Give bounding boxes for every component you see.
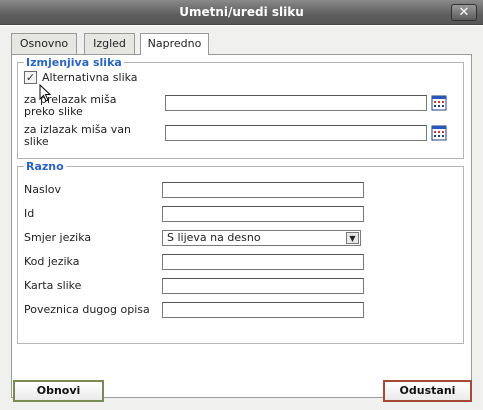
id-input[interactable] [162,206,364,222]
long-description-label: Poveznica dugog opisa [24,303,150,316]
alternative-image-checkbox[interactable]: ✓ [24,71,37,84]
mouse-pointer-icon [39,84,51,102]
dialog-title: Umetni/uredi sliku [179,5,304,19]
cancel-button[interactable]: Odustani [383,380,472,402]
tab-izgled[interactable]: Izgled [84,33,135,54]
language-code-label: Kod jezika [24,255,80,268]
mouse-out-label-line2: slike [24,135,49,148]
dialog-body: Osnovno Izgled Napredno Izmjenjiva slika… [0,26,483,410]
file-browser-icon[interactable] [431,95,447,111]
id-label: Id [24,207,35,220]
image-map-label: Karta slike [24,279,82,292]
swap-image-legend: Izmjenjiva slika [24,56,124,69]
image-map-input[interactable] [162,278,364,294]
language-code-input[interactable] [162,254,364,270]
language-direction-value: S lijeva na desno [167,231,261,244]
file-browser-icon[interactable] [431,125,447,141]
misc-fieldset: Razno Naslov Id Smjer jezika S lijeva na… [17,160,464,344]
tab-napredno[interactable]: Napredno [140,33,209,55]
language-direction-select[interactable]: S lijeva na desno ▼ [162,230,361,246]
mouse-over-label-line2: preko slike [24,105,83,118]
mouse-over-image-input[interactable] [165,95,427,111]
misc-legend: Razno [24,160,66,173]
alternative-image-label: Alternativna slika [42,71,138,84]
chevron-down-icon[interactable]: ▼ [346,232,359,244]
long-description-input[interactable] [162,302,364,318]
update-button[interactable]: Obnovi [13,380,104,402]
title-input[interactable] [162,182,364,198]
mouse-out-image-input[interactable] [165,125,427,141]
checkmark-icon: ✓ [25,71,36,84]
tab-panel-napredno: Izmjenjiva slika ✓ Alternativna slika za… [11,54,472,398]
language-direction-label: Smjer jezika [24,231,92,244]
swap-image-fieldset: Izmjenjiva slika ✓ Alternativna slika za… [17,56,464,159]
tab-osnovno[interactable]: Osnovno [11,33,77,54]
close-icon: ✕ [458,5,470,20]
close-button[interactable]: ✕ [451,4,477,21]
title-label: Naslov [24,183,61,196]
dialog-titlebar: Umetni/uredi sliku ✕ [0,0,483,25]
